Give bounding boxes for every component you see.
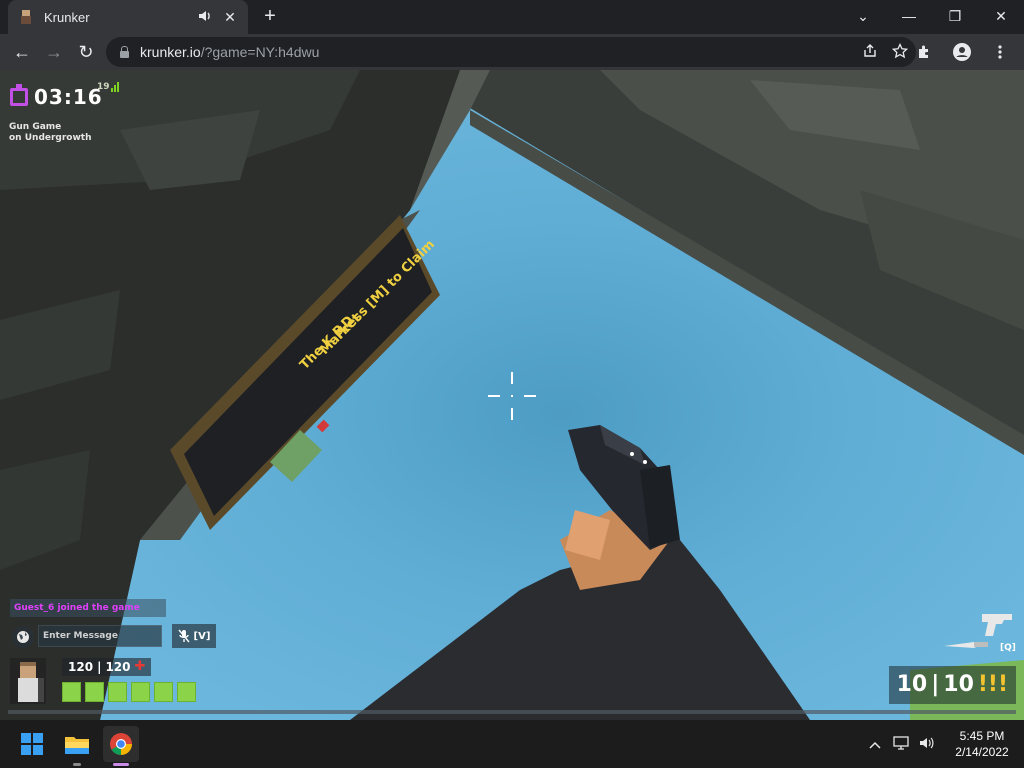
melee-key: [Q]	[1000, 643, 1016, 653]
bullets-icon: !!!	[977, 672, 1008, 697]
volume-icon[interactable]	[914, 736, 940, 753]
ability-slot	[62, 682, 81, 702]
running-indicator	[73, 763, 81, 766]
clock-time: 5:45 PM	[959, 729, 1005, 743]
share-icon[interactable]	[862, 43, 878, 62]
mic-muted-icon	[178, 629, 190, 643]
health-max: 120	[105, 660, 131, 674]
experience-bar	[8, 710, 1016, 714]
tab-search-button[interactable]: ⌄	[840, 0, 886, 32]
menu-icon[interactable]	[984, 36, 1016, 68]
game-canvas[interactable]: Press [M] to Claim Market The K.P.D 03:1…	[0, 70, 1024, 720]
ability-slot	[131, 682, 150, 702]
ability-slot	[108, 682, 127, 702]
file-explorer-icon[interactable]	[59, 726, 95, 766]
ability-slot	[177, 682, 196, 702]
chevron-up-icon[interactable]	[862, 736, 888, 752]
start-icon[interactable]	[14, 726, 50, 762]
ability-slots	[62, 682, 196, 702]
back-button[interactable]: ←	[6, 36, 38, 68]
ping-value: 19	[97, 82, 110, 92]
new-tab-button[interactable]: +	[258, 5, 282, 29]
clock-date: 2/14/2022	[955, 745, 1009, 759]
health-current: 120	[68, 660, 94, 674]
signal-bar-3	[116, 82, 119, 92]
health-plus-icon: ✚	[134, 659, 146, 674]
signal-bar-2	[113, 85, 116, 92]
voice-key: [V]	[193, 630, 211, 642]
knife-icon	[944, 642, 988, 648]
speaker-icon[interactable]	[198, 10, 214, 25]
game-mode: Gun Game on Undergrowth	[9, 122, 92, 144]
browser-toolbar: ← → ↻ krunker.io/?game=NY:h4dwu	[0, 34, 1024, 70]
reload-button[interactable]: ↻	[70, 36, 102, 68]
game-map-name: on Undergrowth	[9, 133, 92, 143]
weapon-selector: [Q]	[942, 610, 1018, 654]
active-indicator	[113, 763, 129, 766]
match-timer: 03:16	[10, 84, 103, 110]
krunker-favicon-icon	[18, 9, 34, 25]
timer-icon	[10, 84, 28, 106]
lock-icon[interactable]	[118, 46, 130, 58]
close-window-button[interactable]: ✕	[978, 0, 1024, 32]
display-icon[interactable]	[888, 735, 914, 753]
address-bar[interactable]: krunker.io/?game=NY:h4dwu	[106, 37, 916, 67]
forward-button[interactable]: →	[38, 36, 70, 68]
minimize-button[interactable]: —	[886, 0, 932, 32]
ability-slot	[85, 682, 104, 702]
globe-icon[interactable]	[12, 626, 34, 648]
url-path: /?game=NY:h4dwu	[200, 44, 320, 60]
windows-taskbar: 5:45 PM 2/14/2022	[0, 720, 1024, 768]
tab-close-icon[interactable]: ✕	[222, 9, 238, 26]
tab-strip: Krunker ✕ + ⌄ — ❐ ✕	[0, 0, 1024, 34]
ability-slot	[154, 682, 173, 702]
ammo-display: 10 | 10 !!!	[888, 666, 1016, 704]
extensions-icon[interactable]	[908, 36, 940, 68]
health-display: 120 | 120 ✚	[62, 658, 152, 676]
game-mode-name: Gun Game	[9, 122, 62, 132]
star-icon[interactable]	[891, 42, 909, 62]
chat-message: Guest_6 joined the game	[10, 599, 166, 617]
chrome-icon[interactable]	[103, 726, 139, 766]
ammo-max: 10	[943, 672, 974, 697]
health-separator: |	[97, 660, 102, 674]
ammo-current: 10	[896, 672, 928, 697]
tab-title: Krunker	[44, 9, 90, 25]
system-tray: 5:45 PM 2/14/2022	[862, 720, 1024, 768]
pistol-icon	[982, 614, 1012, 636]
chat-input[interactable]: Enter Message	[38, 625, 162, 647]
restore-button[interactable]: ❐	[932, 0, 978, 32]
url-text[interactable]: krunker.io/?game=NY:h4dwu	[140, 44, 319, 60]
signal-bar-1	[110, 88, 113, 92]
timer-text: 03:16	[34, 85, 103, 109]
browser-tab[interactable]: Krunker ✕	[8, 0, 248, 34]
crosshair-icon	[488, 372, 536, 420]
player-avatar	[10, 658, 46, 704]
url-host: krunker.io	[140, 44, 201, 60]
voice-chat-button[interactable]: [V]	[172, 624, 216, 648]
system-clock[interactable]: 5:45 PM 2/14/2022	[940, 728, 1024, 760]
ping-indicator: 19	[97, 82, 119, 92]
ammo-separator: |	[931, 672, 940, 697]
profile-icon[interactable]	[946, 36, 978, 68]
